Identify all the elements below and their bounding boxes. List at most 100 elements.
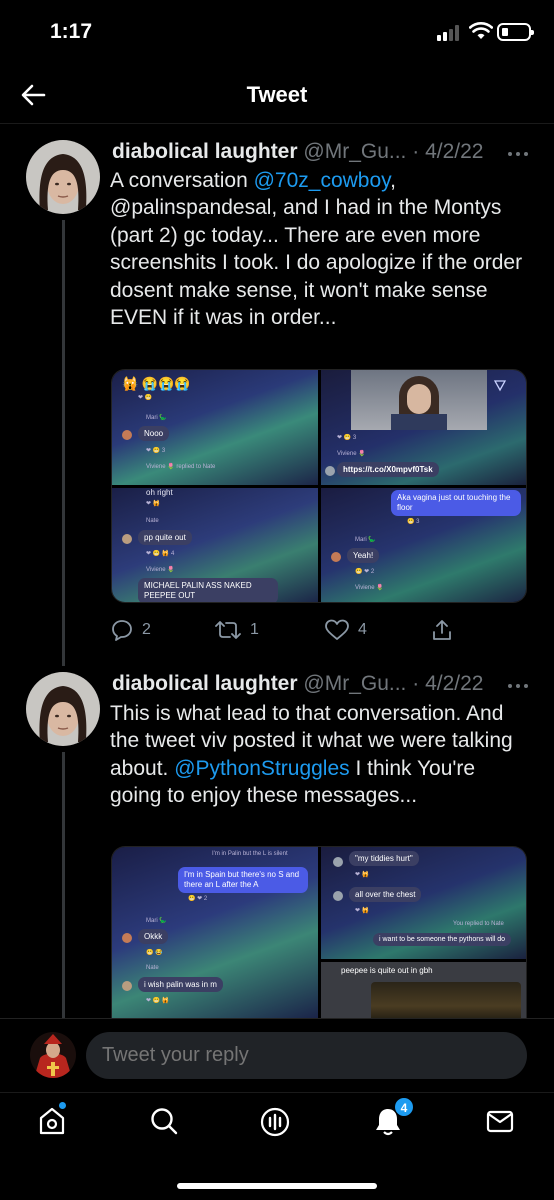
chat-message: MICHAEL PALIN ASS NAKED PEEPEE OUT	[138, 578, 278, 602]
avatar[interactable]	[26, 140, 100, 214]
reaction-row: 😬 ❤ 2	[355, 569, 375, 575]
like-button[interactable]: 4	[324, 615, 367, 645]
avatar	[333, 891, 343, 901]
share-icon	[433, 620, 451, 640]
avatar	[333, 857, 343, 867]
avatar	[331, 552, 341, 562]
page-title: Tweet	[246, 82, 308, 107]
action-row: 2 1 4	[110, 615, 530, 645]
cellular-signal-icon	[437, 25, 465, 41]
nav-header: Tweet	[0, 66, 554, 124]
tweet-text-part: , @palinspandesal, and I had in the Mont…	[110, 169, 523, 330]
retweet-icon	[215, 621, 241, 639]
more-options-icon[interactable]	[506, 150, 530, 158]
reaction-row: ❤ 😬	[138, 395, 153, 401]
wifi-icon	[469, 22, 493, 39]
thread-line	[62, 220, 65, 666]
reaction-row: ❤ 🙀	[355, 908, 370, 914]
thread-line	[62, 752, 65, 1018]
reaction-row: ❤ 😬 🙀	[146, 998, 170, 1004]
reply-count: 2	[142, 621, 151, 638]
media-image[interactable]: Aka vagina just out touching the floor 😬…	[321, 488, 526, 602]
search-icon	[151, 1108, 178, 1135]
sender-name: Nate	[146, 965, 159, 971]
tab-bar: 4	[0, 1092, 554, 1200]
chat-message: Okkk	[138, 929, 169, 944]
reply-input[interactable]	[86, 1032, 527, 1079]
media-image[interactable]: ❤ 😬 3 Viviene 🌷 https://t.co/X0mpvf0Tsk	[321, 370, 526, 485]
tab-spaces[interactable]	[258, 1105, 298, 1145]
sender-name: Viviene 🌷	[146, 567, 175, 573]
tab-notifications[interactable]: 4	[372, 1097, 414, 1145]
retweet-button[interactable]: 1	[214, 615, 259, 645]
media-grid[interactable]: I'm in Palin but the L is silent I'm in …	[111, 846, 527, 1018]
like-count: 4	[358, 621, 367, 638]
tweet-text-part: A conversation	[110, 169, 254, 192]
reply-button[interactable]: 2	[110, 615, 151, 645]
video-thumbnail	[371, 982, 521, 1018]
chat-link: https://t.co/X0mpvf0Tsk	[337, 462, 439, 477]
emoji-row: 🙀 😭😭😭	[122, 376, 191, 391]
tab-home[interactable]	[36, 1101, 76, 1145]
unread-indicator	[58, 1101, 67, 1110]
mention-link[interactable]: @70z_cowboy	[254, 169, 391, 192]
avatar	[325, 466, 335, 476]
sender-name: Nate	[146, 518, 159, 524]
media-image[interactable]: oh right ❤ 🙀 Nate pp quite out ❤ 😬 🙀 4 V…	[112, 488, 318, 602]
reaction-row: 😬 😂	[146, 950, 163, 956]
user-avatar[interactable]	[30, 1032, 76, 1078]
tweet-text: This is what lead to that conversation. …	[110, 700, 530, 810]
author-name[interactable]: diabolical laughter	[112, 140, 298, 163]
chat-message: Aka vagina just out touching the floor	[391, 490, 521, 516]
video-thumbnail	[351, 370, 487, 430]
retweet-count: 1	[250, 621, 259, 638]
reaction-row: ❤ 🙀	[146, 501, 161, 507]
reaction-row: 😬 3	[407, 519, 420, 525]
media-image[interactable]: I'm in Palin but the L is silent I'm in …	[112, 847, 318, 1018]
tweet-header: diabolical laughter @Mr_Gu... · 4/2/22	[112, 672, 532, 698]
chat-message: "my tiddies hurt"	[349, 851, 419, 866]
battery-icon	[497, 23, 534, 41]
reaction-row: ❤ 😬 3	[337, 435, 357, 441]
media-image[interactable]: peepee is quite out in gbh	[321, 962, 526, 1018]
tweet[interactable]: diabolical laughter @Mr_Gu... · 4/2/22 T…	[0, 672, 554, 1018]
author-handle[interactable]: @Mr_Gu...	[303, 140, 406, 163]
tab-messages[interactable]	[484, 1105, 524, 1145]
reaction-row: ❤ 😬 🙀 4	[146, 551, 175, 557]
sender-name: Mari 🦕	[355, 537, 376, 543]
tweet-header: diabolical laughter @Mr_Gu... · 4/2/22	[112, 140, 532, 166]
media-image[interactable]: 🙀 😭😭😭 ❤ 😬 Mari 🦕 Nooo ❤ 😬 3 Viviene 🌷 re…	[112, 370, 318, 485]
avatar	[122, 981, 132, 991]
status-bar: 1:17	[0, 0, 554, 66]
media-image[interactable]: "my tiddies hurt" ❤ 🙀 all over the chest…	[321, 847, 526, 959]
reaction-row: 😬 ❤ 2	[188, 896, 208, 902]
reaction-row: ❤ 🙀	[355, 872, 370, 878]
home-indicator[interactable]	[177, 1183, 377, 1189]
author-name[interactable]: diabolical laughter	[112, 672, 298, 695]
sender-name: Viviene 🌷	[337, 451, 366, 457]
chat-message: I'm in Palin but the L is silent	[212, 851, 288, 857]
tweet[interactable]: diabolical laughter @Mr_Gu... · 4/2/22 A…	[0, 140, 554, 666]
tweet-date[interactable]: 4/2/22	[425, 672, 483, 695]
tweet-date[interactable]: 4/2/22	[425, 140, 483, 163]
sender-name: Mari 🦕	[146, 415, 167, 421]
chat-message: I'm in Spain but there's no S and there …	[178, 867, 308, 893]
separator: ·	[412, 140, 420, 163]
author-handle[interactable]: @Mr_Gu...	[303, 672, 406, 695]
envelope-icon	[486, 1110, 514, 1133]
reply-context: Viviene 🌷 replied to Nate	[146, 464, 216, 470]
chat-message: Nooo	[138, 426, 170, 441]
avatar	[122, 534, 132, 544]
avatar	[122, 933, 132, 943]
spaces-icon	[260, 1107, 290, 1137]
media-grid[interactable]: 🙀 😭😭😭 ❤ 😬 Mari 🦕 Nooo ❤ 😬 3 Viviene 🌷 re…	[111, 369, 527, 603]
avatar[interactable]	[26, 672, 100, 746]
chat-message: i want to be someone the pythons will do	[373, 933, 512, 946]
reply-context: You replied to Nate	[453, 921, 504, 927]
mention-link[interactable]: @PythonStruggles	[174, 757, 349, 780]
more-options-icon[interactable]	[506, 682, 530, 690]
share-button[interactable]	[430, 615, 454, 645]
tab-search[interactable]	[148, 1105, 188, 1145]
heart-icon	[325, 619, 349, 640]
separator: ·	[412, 672, 420, 695]
